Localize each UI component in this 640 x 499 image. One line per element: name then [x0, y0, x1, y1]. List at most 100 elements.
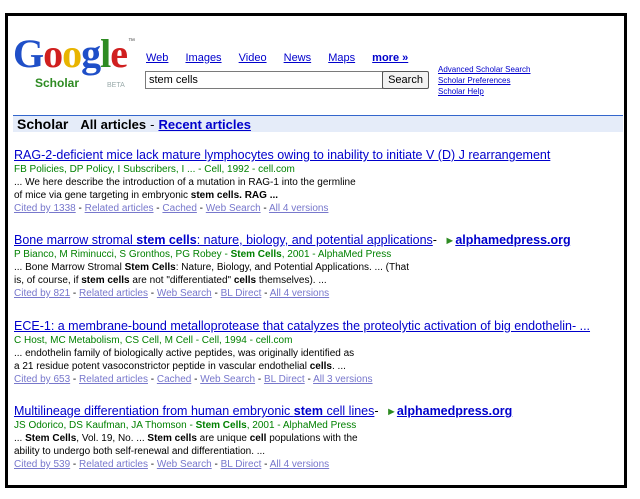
advanced-scholar-search-link[interactable]: Advanced Scholar Search — [438, 64, 531, 75]
bl-direct-link[interactable]: BL Direct — [264, 374, 305, 385]
nav-news-link[interactable]: News — [284, 52, 312, 64]
scholar-header-bar: Scholar All articles - Recent articles — [13, 115, 623, 132]
result-item: Multilineage differentiation from human … — [14, 403, 614, 472]
link-separator: - — [70, 459, 80, 470]
result-item: ECE-1: a membrane-bound metalloprotease … — [14, 318, 614, 387]
snippet-text: populations with the — [266, 433, 358, 444]
logo-letter: G — [13, 31, 44, 76]
title-dash: - — [374, 404, 383, 418]
scholar-side-links: Advanced Scholar Search Scholar Preferen… — [438, 64, 531, 97]
web-search-link[interactable]: Web Search — [157, 288, 212, 299]
result-item: Bone marrow stromal stem cells: nature, … — [14, 232, 614, 301]
all-versions-link[interactable]: All 4 versions — [270, 459, 329, 470]
link-separator: - — [191, 374, 201, 385]
title-text: cell lines — [322, 404, 375, 418]
result-title-link[interactable]: Multilineage differentiation from human … — [14, 404, 374, 418]
bl-direct-link[interactable]: BL Direct — [221, 288, 262, 299]
result-meta: FB Policies, DP Policy, I Subscribers, I… — [14, 164, 295, 175]
all-versions-link[interactable]: All 4 versions — [270, 288, 329, 299]
result-links: Cited by 653 - Related articles - Cached… — [14, 373, 614, 387]
link-separator: - — [75, 203, 85, 214]
cited-by-link[interactable]: Cited by 821 — [14, 288, 70, 299]
result-title-row: Multilineage differentiation from human … — [14, 403, 614, 419]
all-versions-link[interactable]: All 4 versions — [269, 203, 328, 214]
related-articles-link[interactable]: Related articles — [85, 203, 154, 214]
google-logo-wordmark[interactable]: Google — [13, 31, 128, 76]
logo-scholar-label: Scholar — [35, 76, 80, 90]
result-snippet-line: of mice via gene targeting in embryonic … — [14, 189, 614, 202]
cited-by-link[interactable]: Cited by 1338 — [14, 203, 76, 214]
meta-highlight: Stem Cells — [230, 249, 282, 260]
link-separator: - — [261, 288, 270, 299]
link-separator: - — [196, 203, 206, 214]
result-snippet-line: ... endothelin family of biologically ac… — [14, 348, 355, 359]
result-links: Cited by 539 - Related articles - Web Se… — [14, 458, 614, 472]
scholar-help-link[interactable]: Scholar Help — [438, 86, 531, 97]
result-title-row: Bone marrow stromal stem cells: nature, … — [14, 232, 614, 248]
meta-text: , 2001 - AlphaMed Press — [281, 249, 392, 260]
search-input[interactable]: stem cells — [145, 71, 383, 89]
nav-more-link[interactable]: more » — [372, 52, 408, 64]
result-meta: JS Odorico, DS Kaufman, JA Thomson - Ste… — [14, 419, 614, 432]
all-versions-link[interactable]: All 3 versions — [313, 374, 372, 385]
related-articles-link[interactable]: Related articles — [79, 459, 148, 470]
web-search-link[interactable]: Web Search — [157, 459, 212, 470]
title-text: : nature, biology, and potential applica… — [196, 233, 433, 247]
logo-letter: g — [81, 31, 101, 76]
cited-by-link[interactable]: Cited by 539 — [14, 459, 70, 470]
title-dash: - — [432, 233, 441, 247]
result-title-link[interactable]: RAG-2-deficient mice lack mature lymphoc… — [14, 147, 614, 163]
snippet-highlight: stem cells — [81, 275, 130, 286]
snippet-text: . ... — [332, 361, 346, 372]
logo-letter: o — [43, 31, 63, 76]
snippet-highlight: Stem Cells — [124, 262, 176, 273]
result-title-link[interactable]: ECE-1: a membrane-bound metalloprotease … — [14, 318, 614, 334]
snippet-highlight: cell — [249, 433, 267, 444]
web-search-link[interactable]: Web Search — [200, 374, 255, 385]
nav-images-link[interactable]: Images — [185, 52, 221, 64]
cached-link[interactable]: Cached — [162, 203, 196, 214]
snippet-text: is, of course, if — [14, 275, 82, 286]
nav-video-link[interactable]: Video — [239, 52, 267, 64]
link-separator: - — [147, 459, 157, 470]
result-title-link[interactable]: Bone marrow stromal stem cells: nature, … — [14, 233, 433, 247]
recent-articles-link[interactable]: Recent articles — [158, 117, 251, 132]
cited-by-link[interactable]: Cited by 653 — [14, 374, 70, 385]
logo-beta-label: BETA — [107, 82, 125, 89]
logo-letter: o — [62, 31, 82, 76]
result-snippet-line: is, of course, if stem cells are not "di… — [14, 274, 614, 287]
link-separator: - — [304, 374, 314, 385]
web-search-link[interactable]: Web Search — [206, 203, 261, 214]
scholar-preferences-link[interactable]: Scholar Preferences — [438, 75, 531, 86]
snippet-text: themselves). ... — [256, 275, 327, 286]
result-links: Cited by 821 - Related articles - Web Se… — [14, 287, 614, 301]
title-text: Bone marrow stromal — [14, 233, 137, 247]
nav-web-link[interactable]: Web — [146, 52, 168, 64]
snippet-highlight: cells — [309, 361, 332, 372]
result-item: RAG-2-deficient mice lack mature lymphoc… — [14, 147, 614, 216]
snippet-text: are not "differentiated" — [129, 275, 234, 286]
related-articles-link[interactable]: Related articles — [79, 288, 148, 299]
source-domain-link[interactable]: alphamedpress.org — [397, 404, 512, 418]
link-separator: - — [260, 203, 269, 214]
bl-direct-link[interactable]: BL Direct — [221, 459, 262, 470]
cached-link[interactable]: Cached — [157, 374, 191, 385]
related-articles-link[interactable]: Related articles — [79, 374, 148, 385]
result-snippet-line: a 21 residue potent vasoconstrictor pept… — [14, 360, 614, 373]
link-separator: - — [70, 288, 80, 299]
bar-title: Scholar — [17, 116, 69, 132]
arrow-icon: ► — [386, 406, 397, 418]
snippet-text: are unique — [196, 433, 250, 444]
search-button[interactable]: Search — [382, 71, 429, 89]
result-meta: C Host, MC Metabolism, CS Cell, M Cell -… — [14, 335, 293, 346]
source-domain-link[interactable]: alphamedpress.org — [455, 233, 570, 247]
snippet-highlight: cells — [233, 275, 257, 286]
result-meta: P Bianco, M Riminucci, S Gronthos, PG Ro… — [14, 248, 614, 261]
google-scholar-logo[interactable]: Google ™ Scholar BETA — [13, 32, 138, 94]
snippet-text: , Vol. 19, No. ... — [76, 433, 148, 444]
nav-maps-link[interactable]: Maps — [328, 52, 355, 64]
title-highlight: stem cells — [136, 233, 197, 247]
trademark-symbol: ™ — [128, 38, 135, 45]
snippet-highlight: Stem cells — [147, 433, 197, 444]
link-separator: - — [211, 288, 221, 299]
